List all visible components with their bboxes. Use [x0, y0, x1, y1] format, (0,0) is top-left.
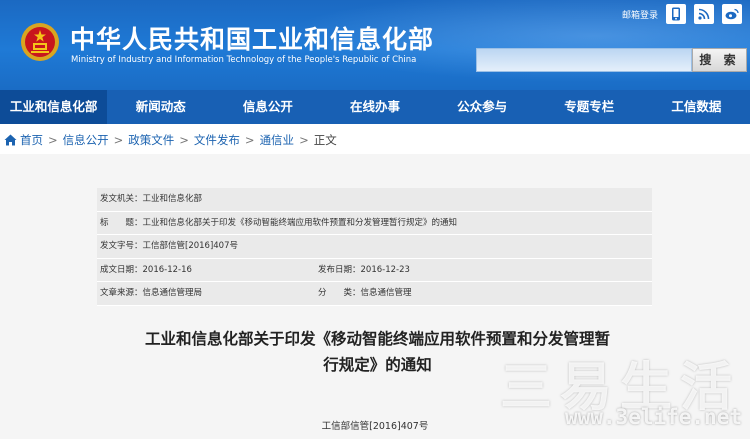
top-links: 邮箱登录	[622, 4, 742, 24]
nav-item-news[interactable]: 新闻动态	[107, 90, 214, 124]
info-title: 标 题：工业和信息化部关于印发《移动智能终端应用软件预置和分发管理暂行规定》的通…	[100, 217, 458, 228]
breadcrumb-document-release[interactable]: 文件发布	[194, 132, 240, 148]
breadcrumb-separator: >	[299, 133, 309, 147]
info-source: 文章来源：信息通信管理局	[100, 288, 203, 298]
breadcrumb-info-disclosure[interactable]: 信息公开	[63, 132, 109, 148]
breadcrumb-separator: >	[244, 133, 255, 147]
breadcrumb-separator: >	[48, 133, 58, 147]
nav-item-ministry[interactable]: 工业和信息化部	[0, 90, 108, 124]
breadcrumb-current: 正文	[313, 133, 337, 147]
search-button[interactable]: 搜 索	[692, 48, 747, 72]
nav-item-info-disclosure[interactable]: 信息公开	[214, 90, 321, 124]
nav-item-data[interactable]: 工信数据	[643, 90, 750, 124]
site-subtitle: Ministry of Industry and Information Tec…	[71, 55, 417, 65]
info-row-doc-no: 发文字号：工信部信管[2016]407号	[97, 235, 652, 259]
mail-login-link[interactable]: 邮箱登录	[622, 8, 658, 21]
nav-item-public-participation[interactable]: 公众参与	[429, 90, 536, 124]
document-title: 工业和信息化部关于印发《移动智能终端应用软件预置和分发管理暂 行规定》的通知	[90, 326, 665, 378]
site-header: 中华人民共和国工业和信息化部 Ministry of Industry and …	[0, 0, 750, 90]
info-created-date: 成文日期：2016-12-16	[100, 264, 192, 275]
info-doc-number: 发文字号：工信部信管[2016]407号	[100, 241, 238, 251]
nav-item-special-topics[interactable]: 专题专栏	[536, 90, 643, 124]
info-row-title: 标 题：工业和信息化部关于印发《移动智能终端应用软件预置和分发管理暂行规定》的通…	[97, 211, 652, 235]
weibo-icon[interactable]	[722, 4, 742, 24]
breadcrumb-policy-documents[interactable]: 政策文件	[128, 132, 174, 148]
search-input[interactable]	[476, 48, 692, 72]
national-emblem-icon[interactable]	[20, 22, 60, 62]
info-row-dates: 成文日期：2016-12-16 发布日期：2016-12-23	[97, 258, 652, 282]
mobile-icon[interactable]	[666, 4, 686, 24]
breadcrumb-home[interactable]: 首页	[20, 132, 43, 148]
document-number: 工信部信管[2016]407号	[321, 421, 429, 432]
info-published-date: 发布日期：2016-12-23	[318, 264, 410, 275]
nav-item-online-services[interactable]: 在线办事	[321, 90, 428, 124]
breadcrumb: 首页 > 信息公开 > 政策文件 > 文件发布 > 通信业 > 正文	[4, 132, 337, 148]
info-issuer: 发文机关：工业和信息化部	[100, 194, 203, 204]
document-info-table: 发文机关：工业和信息化部 标 题：工业和信息化部关于印发《移动智能终端应用软件预…	[97, 188, 652, 306]
site-title[interactable]: 中华人民共和国工业和信息化部	[70, 20, 434, 56]
breadcrumb-separator: >	[113, 133, 124, 147]
home-icon[interactable]	[4, 134, 17, 146]
rss-icon[interactable]	[694, 4, 714, 24]
info-row-source: 文章来源：信息通信管理局 分 类：信息通信管理	[97, 282, 652, 306]
main-nav: 工业和信息化部 新闻动态 信息公开 在线办事 公众参与 专题专栏 工信数据	[0, 90, 750, 124]
info-category: 分 类：信息通信管理	[318, 288, 412, 298]
document-title-line-1: 工业和信息化部关于印发《移动智能终端应用软件预置和分发管理暂	[144, 330, 610, 348]
info-row-issuer: 发文机关：工业和信息化部	[97, 188, 652, 212]
breadcrumb-separator: >	[179, 133, 189, 147]
breadcrumb-telecom[interactable]: 通信业	[260, 132, 295, 148]
document-title-line-2: 行规定》的通知	[323, 356, 432, 374]
